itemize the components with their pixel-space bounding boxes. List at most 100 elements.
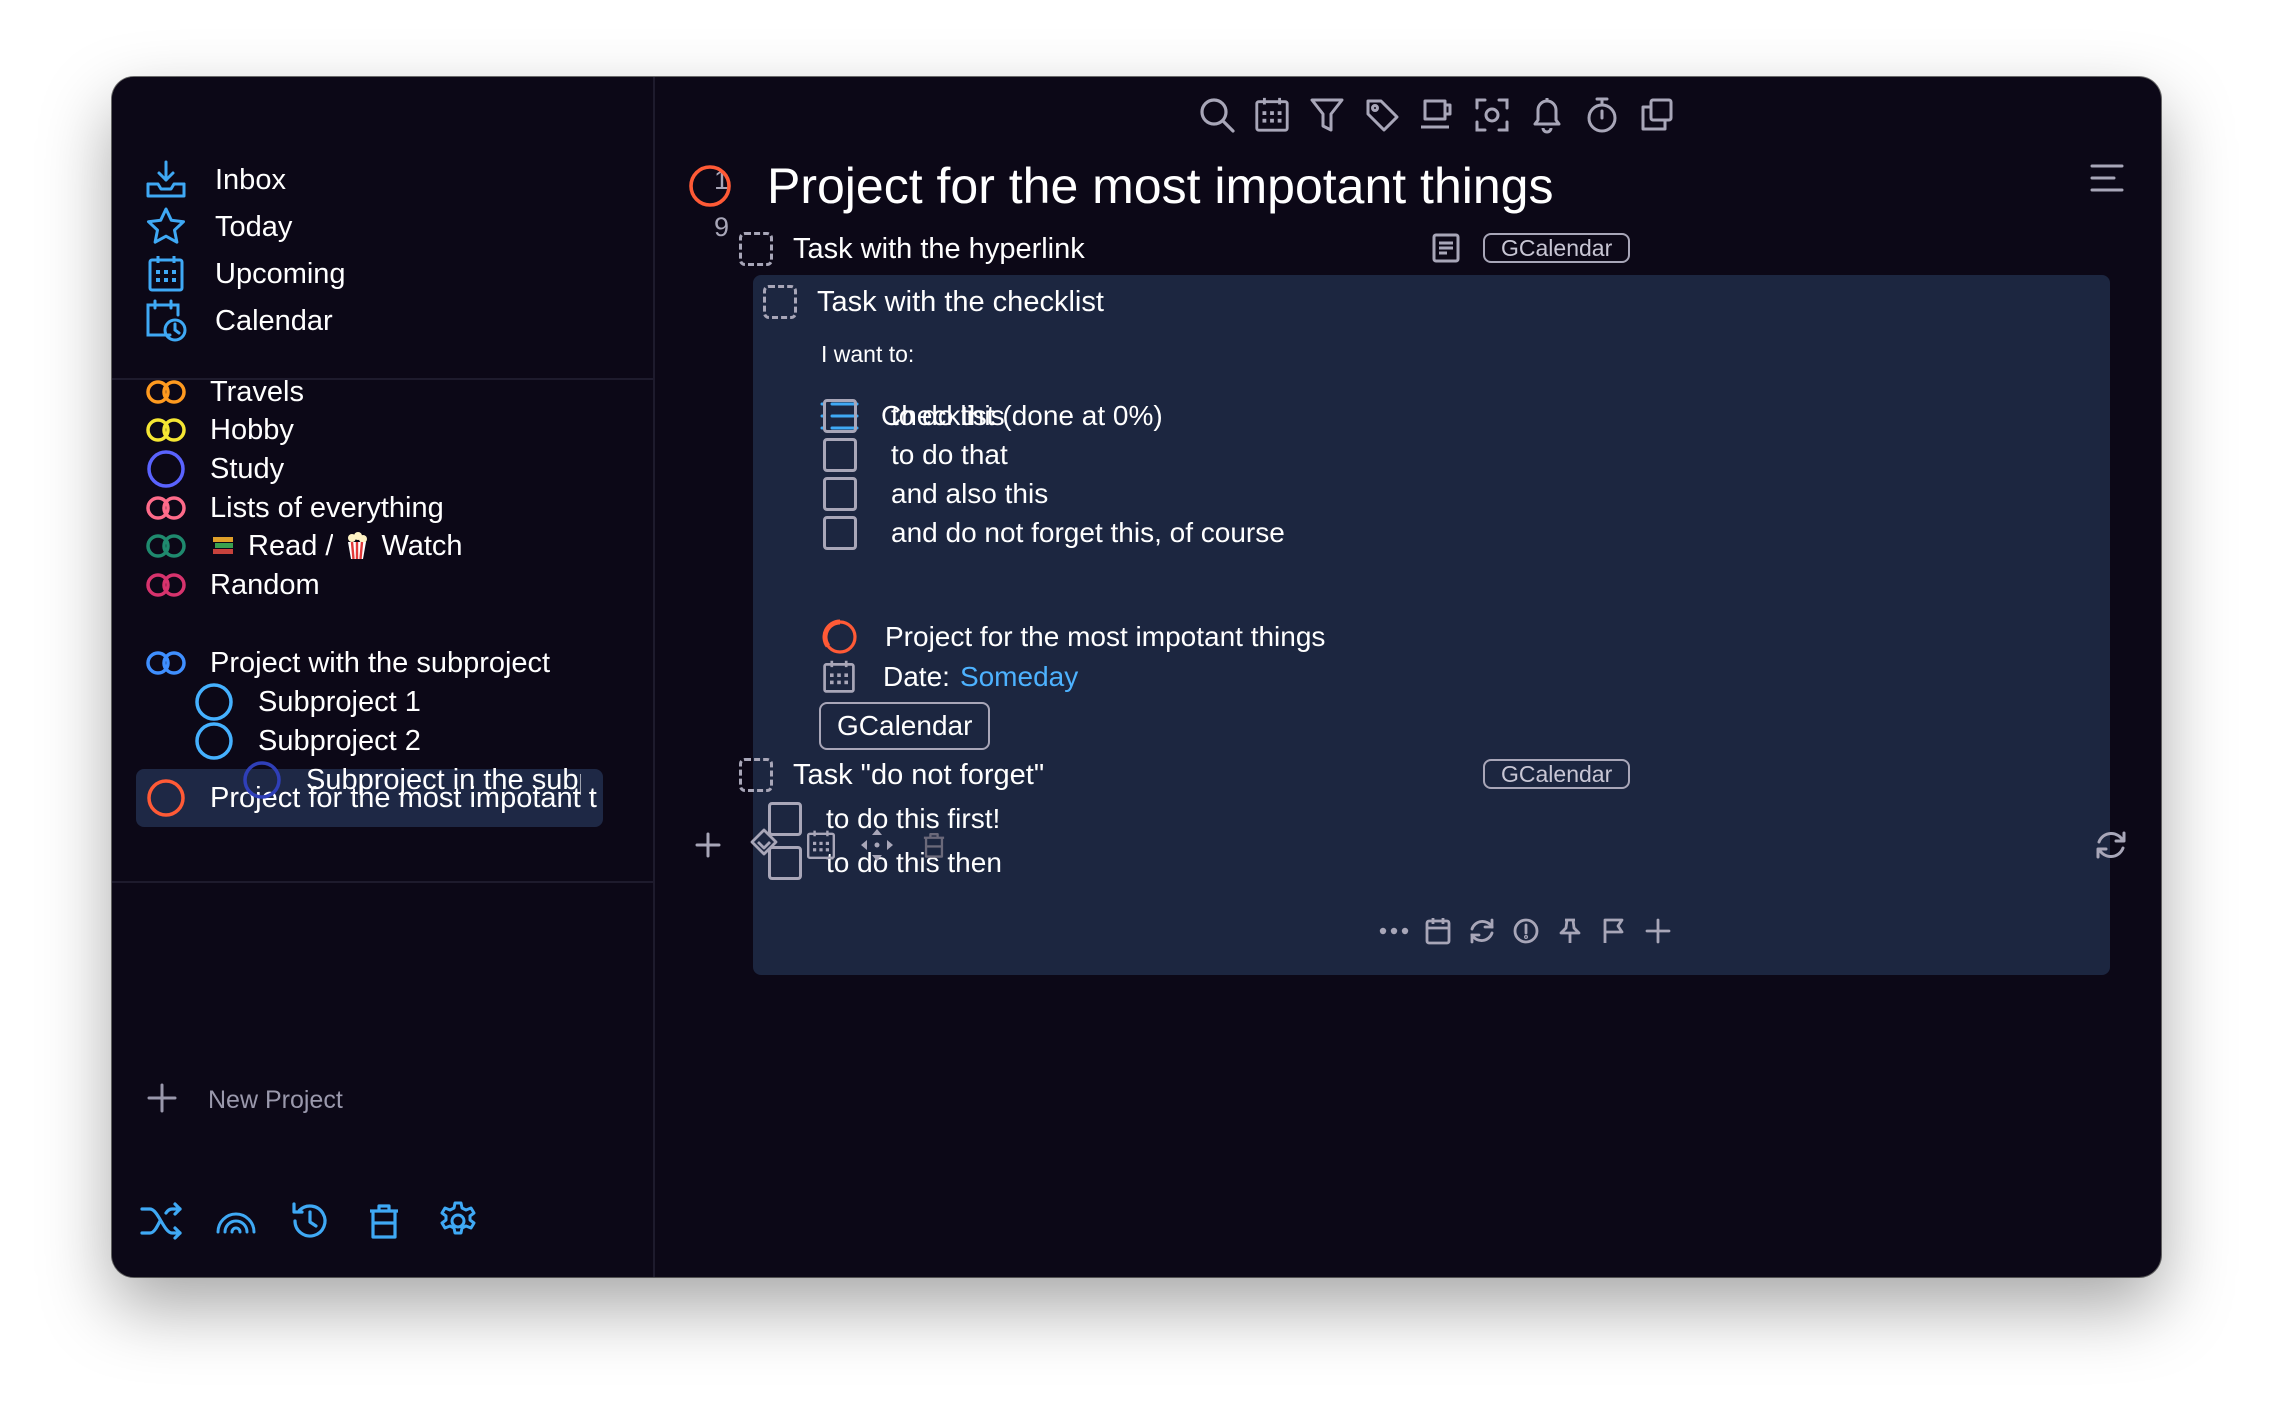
trash-button[interactable] xyxy=(358,1195,410,1247)
task-project-label: Project for the most impotant things xyxy=(885,621,1326,652)
schedule-button[interactable] xyxy=(795,819,847,871)
task-row-do-not-forget[interactable]: Task "do not forget" xyxy=(739,758,1044,792)
checklist-checkbox[interactable] xyxy=(823,399,857,433)
checklist-checkbox[interactable] xyxy=(823,516,857,550)
search-icon xyxy=(1200,98,1235,133)
more-actions-button[interactable] xyxy=(1374,911,1414,951)
gcalendar-chip[interactable]: GCalendar xyxy=(1483,759,1631,789)
project-ring-icon xyxy=(687,163,733,214)
shuffle-button[interactable] xyxy=(136,1195,188,1247)
checklist-item-label: to do that xyxy=(891,439,1008,470)
history-button[interactable] xyxy=(284,1195,336,1247)
trash-icon xyxy=(370,1204,398,1239)
main-panel: Project for the most impotant things Tas… xyxy=(655,77,2161,1277)
calendar-grid-icon xyxy=(142,250,190,298)
new-window-button[interactable] xyxy=(1633,91,1681,139)
focus-icon xyxy=(1475,98,1509,132)
task-checkbox[interactable] xyxy=(739,758,773,792)
set-date-button[interactable] xyxy=(1418,911,1458,951)
focus-button[interactable] xyxy=(1468,91,1516,139)
ring-icon xyxy=(190,717,238,765)
search-button[interactable] xyxy=(1193,91,1241,139)
calendar-clock-icon xyxy=(142,297,190,345)
page-title: Project for the most impotant things xyxy=(767,158,1554,214)
checklist-item[interactable]: to do this xyxy=(823,399,1005,433)
move-arrows-icon xyxy=(861,829,893,861)
new-project-button[interactable]: New Project xyxy=(146,1082,343,1119)
sidebar-item-calendar[interactable]: Calendar xyxy=(142,293,732,349)
project-label: Subproject in the subproject xyxy=(306,763,581,796)
timer-button[interactable] xyxy=(1578,91,1626,139)
ring-icon xyxy=(238,756,286,804)
trash-icon xyxy=(923,833,945,858)
filter-button[interactable] xyxy=(1303,91,1351,139)
task-checkbox[interactable] xyxy=(763,285,797,319)
history-icon xyxy=(292,1202,327,1238)
checklist-item[interactable]: and do not forget this, of course xyxy=(823,516,1285,550)
ring-icon xyxy=(142,774,190,822)
rainbow-icon xyxy=(216,1212,256,1234)
stopwatch-icon xyxy=(1587,97,1617,133)
sidebar-bottom-divider xyxy=(112,881,653,883)
sidebar-item-label: Upcoming xyxy=(215,257,346,290)
checklist-item[interactable]: to do that xyxy=(823,438,1008,472)
tags-button[interactable] xyxy=(1358,91,1406,139)
repeat-button[interactable] xyxy=(1462,911,1502,951)
add-subtask-button[interactable] xyxy=(1638,911,1678,951)
plus-icon xyxy=(1645,918,1671,944)
app-window: Inbox 1 Today 9 Upcoming Calendar Travel… xyxy=(112,77,2161,1277)
task-project-row[interactable]: Project for the most impotant things xyxy=(821,618,1325,656)
sidebar-item-label: Calendar xyxy=(215,304,333,337)
settings-button[interactable] xyxy=(432,1195,484,1247)
bell-icon xyxy=(1533,98,1561,134)
calendar-grid-icon xyxy=(807,830,835,859)
task-date-row[interactable]: Date: Someday xyxy=(821,659,1078,695)
link-rings-icon xyxy=(142,639,190,687)
flag-icon xyxy=(1603,918,1624,943)
filter-icon xyxy=(1310,98,1344,132)
sync-status-button[interactable] xyxy=(210,1195,262,1247)
checklist-item[interactable]: and also this xyxy=(823,477,1048,511)
sync-button[interactable] xyxy=(2085,819,2137,871)
delete-task-button[interactable] xyxy=(908,819,960,871)
note-button[interactable] xyxy=(1431,232,1461,269)
priority-button[interactable] xyxy=(1506,911,1546,951)
sync-icon xyxy=(2096,831,2126,859)
sidebar-project-random[interactable]: Random xyxy=(142,558,320,612)
more-dots-icon xyxy=(1379,927,1409,935)
task-checkbox[interactable] xyxy=(739,232,773,266)
task-row-hyperlink[interactable]: Task with the hyperlink xyxy=(739,232,1085,266)
pin-icon xyxy=(1559,918,1581,943)
books-icon xyxy=(210,533,236,559)
hamburger-icon xyxy=(2090,164,2124,192)
checklist-item-label: and also this xyxy=(891,478,1049,509)
pin-button[interactable] xyxy=(1550,911,1590,951)
gcalendar-chip[interactable]: GCalendar xyxy=(819,702,991,750)
move-task-button[interactable] xyxy=(738,819,790,871)
task-title: Task with the hyperlink xyxy=(793,232,1085,265)
sidebar-item-label: Today xyxy=(215,210,293,243)
shuffle-icon xyxy=(140,1202,182,1240)
task-row-checklist[interactable]: Task with the checklist xyxy=(763,285,1104,319)
break-button[interactable] xyxy=(1413,91,1461,139)
sidebar-project-subproject-in-subproject[interactable]: Subproject in the subproject xyxy=(238,753,581,807)
plus-icon xyxy=(146,1082,178,1119)
task-title: Task "do not forget" xyxy=(793,758,1045,791)
checklist-checkbox[interactable] xyxy=(823,438,857,472)
add-task-button[interactable] xyxy=(682,819,734,871)
move-button[interactable] xyxy=(851,819,903,871)
notifications-button[interactable] xyxy=(1523,91,1571,139)
calendar-view-button[interactable] xyxy=(1248,91,1296,139)
gear-icon xyxy=(440,1201,476,1235)
priority-icon xyxy=(1513,918,1539,944)
repeat-icon xyxy=(1470,918,1494,944)
date-value-link[interactable]: Someday xyxy=(960,661,1078,693)
project-label: Random xyxy=(210,568,320,601)
checklist-checkbox[interactable] xyxy=(823,477,857,511)
project-label-watch: Watch xyxy=(381,529,463,562)
popcorn-icon xyxy=(345,532,369,560)
sidebar: Inbox 1 Today 9 Upcoming Calendar Travel… xyxy=(112,77,729,1277)
menu-button[interactable] xyxy=(2089,163,2125,198)
flag-button[interactable] xyxy=(1594,911,1634,951)
gcalendar-chip[interactable]: GCalendar xyxy=(1483,233,1631,263)
